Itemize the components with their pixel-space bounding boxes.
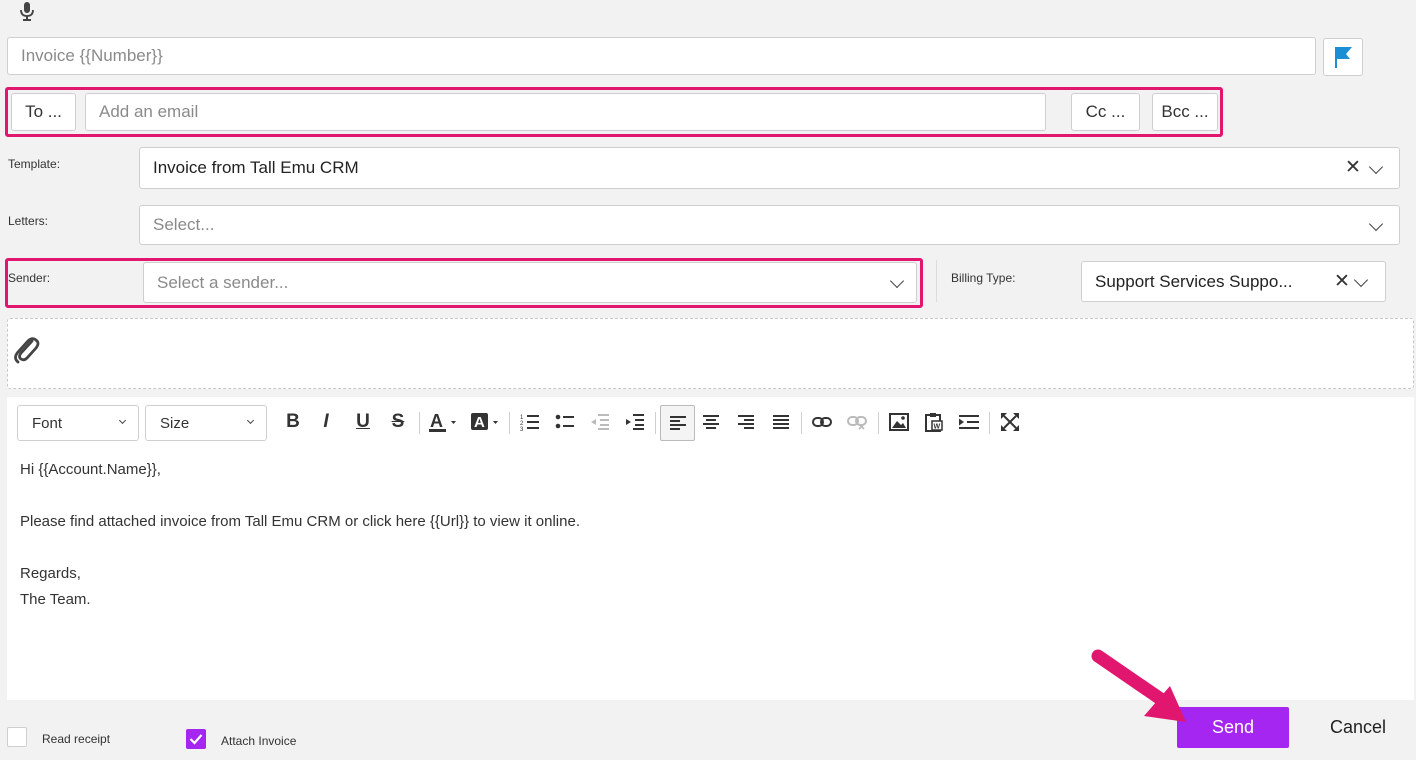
ordered-list-button[interactable]: 123 [515, 405, 545, 439]
unlink-button[interactable] [842, 405, 872, 439]
to-button[interactable]: To ... [11, 93, 76, 131]
read-receipt-checkbox[interactable] [7, 727, 27, 747]
strikethrough-button[interactable]: S [383, 405, 413, 439]
billing-value: Support Services Suppo... [1095, 271, 1293, 291]
size-dropdown-label: Size [160, 415, 190, 432]
flag-button[interactable] [1323, 38, 1363, 76]
image-button[interactable] [884, 405, 914, 439]
indent-icon [626, 414, 644, 430]
link-icon [812, 417, 832, 427]
email-input[interactable]: Add an email [85, 93, 1046, 131]
to-button-label: To ... [25, 102, 62, 121]
bold-button[interactable]: B [278, 405, 308, 439]
email-placeholder: Add an email [99, 102, 199, 121]
background-color-button[interactable]: A [467, 405, 503, 439]
send-button-label: Send [1211, 717, 1255, 737]
clear-template-icon[interactable]: ✕ [1345, 158, 1361, 177]
template-label: Template: [8, 157, 61, 171]
chevron-down-icon[interactable] [889, 273, 905, 289]
fullscreen-icon [1001, 413, 1019, 431]
font-color-button[interactable]: A [425, 405, 461, 439]
sender-select[interactable]: Select a sender... [143, 262, 917, 303]
insert-field-icon [959, 415, 979, 429]
italic-button[interactable]: I [311, 405, 341, 439]
outdent-button[interactable] [585, 405, 615, 439]
chevron-down-icon[interactable] [1368, 216, 1384, 232]
letters-label: Letters: [8, 214, 49, 228]
billing-divider [936, 260, 937, 302]
subject-input[interactable]: Invoice {{Number}} [7, 37, 1316, 75]
underline-icon: U [356, 411, 370, 432]
align-left-button[interactable] [660, 405, 695, 441]
italic-icon: I [323, 411, 329, 432]
bold-icon: B [286, 411, 300, 432]
bcc-button[interactable]: Bcc ... [1152, 93, 1218, 131]
align-right-icon [738, 415, 754, 429]
arrow-annotation-icon [1091, 649, 1186, 722]
align-center-icon [703, 415, 719, 429]
attach-invoice-checkbox[interactable] [186, 729, 206, 749]
cc-button[interactable]: Cc ... [1071, 93, 1140, 131]
clear-billing-icon[interactable]: ✕ [1334, 272, 1350, 291]
underline-button[interactable]: U [348, 405, 378, 439]
image-icon [889, 413, 909, 431]
read-receipt-label: Read receipt [42, 732, 111, 746]
chevron-down-icon[interactable] [1353, 272, 1369, 288]
ordered-list-icon: 123 [520, 415, 539, 431]
subject-placeholder: Invoice {{Number}} [21, 46, 163, 65]
cc-button-label: Cc ... [1085, 102, 1126, 121]
justify-icon [773, 415, 789, 429]
align-left-icon [669, 416, 686, 430]
svg-text:W: W [934, 424, 941, 431]
microphone-icon[interactable] [19, 2, 35, 22]
cancel-button[interactable]: Cancel [1320, 707, 1396, 748]
unordered-list-button[interactable] [550, 405, 580, 439]
template-select[interactable]: Invoice from Tall Emu CRM ✕ [139, 147, 1400, 189]
unordered-list-icon [555, 414, 574, 429]
font-dropdown-label: Font [32, 415, 63, 432]
strikethrough-icon: S [391, 411, 405, 432]
svg-text:3: 3 [520, 427, 524, 431]
paperclip-icon[interactable] [12, 334, 40, 364]
flag-icon [1335, 47, 1352, 68]
paste-word-button[interactable]: W [919, 405, 949, 439]
checkmark-icon [189, 734, 203, 745]
chevron-down-icon[interactable] [1368, 159, 1384, 175]
chevron-down-icon [246, 416, 255, 425]
size-dropdown[interactable]: Size [145, 405, 267, 441]
align-center-button[interactable] [696, 405, 726, 439]
svg-text:A: A [430, 411, 443, 431]
letters-select[interactable]: Select... [139, 205, 1400, 245]
cancel-button-label: Cancel [1329, 717, 1387, 737]
fullscreen-button[interactable] [995, 405, 1025, 439]
link-button[interactable] [807, 405, 837, 439]
bcc-button-label: Bcc ... [1161, 102, 1209, 121]
align-right-button[interactable] [731, 405, 761, 439]
font-color-icon: A [429, 411, 456, 432]
sender-placeholder: Select a sender... [157, 272, 289, 292]
editor-body[interactable] [7, 450, 1414, 700]
font-dropdown[interactable]: Font [17, 405, 139, 441]
chevron-down-icon [118, 416, 127, 425]
sender-label: Sender: [8, 271, 51, 285]
background-color-icon: A [471, 413, 498, 431]
letters-placeholder: Select... [153, 215, 215, 234]
attach-invoice-label: Attach Invoice [221, 734, 297, 748]
billing-label: Billing Type: [951, 271, 1016, 285]
justify-button[interactable] [766, 405, 796, 439]
insert-field-button[interactable] [954, 405, 984, 439]
attachment-dropzone[interactable] [7, 318, 1414, 389]
indent-button[interactable] [620, 405, 650, 439]
outdent-icon [591, 414, 609, 430]
template-value: Invoice from Tall Emu CRM [153, 158, 359, 177]
billing-select[interactable]: Support Services Suppo... ✕ [1081, 261, 1386, 302]
svg-text:A: A [474, 414, 485, 431]
unlink-icon [847, 416, 867, 430]
paste-word-icon: W [925, 413, 943, 432]
